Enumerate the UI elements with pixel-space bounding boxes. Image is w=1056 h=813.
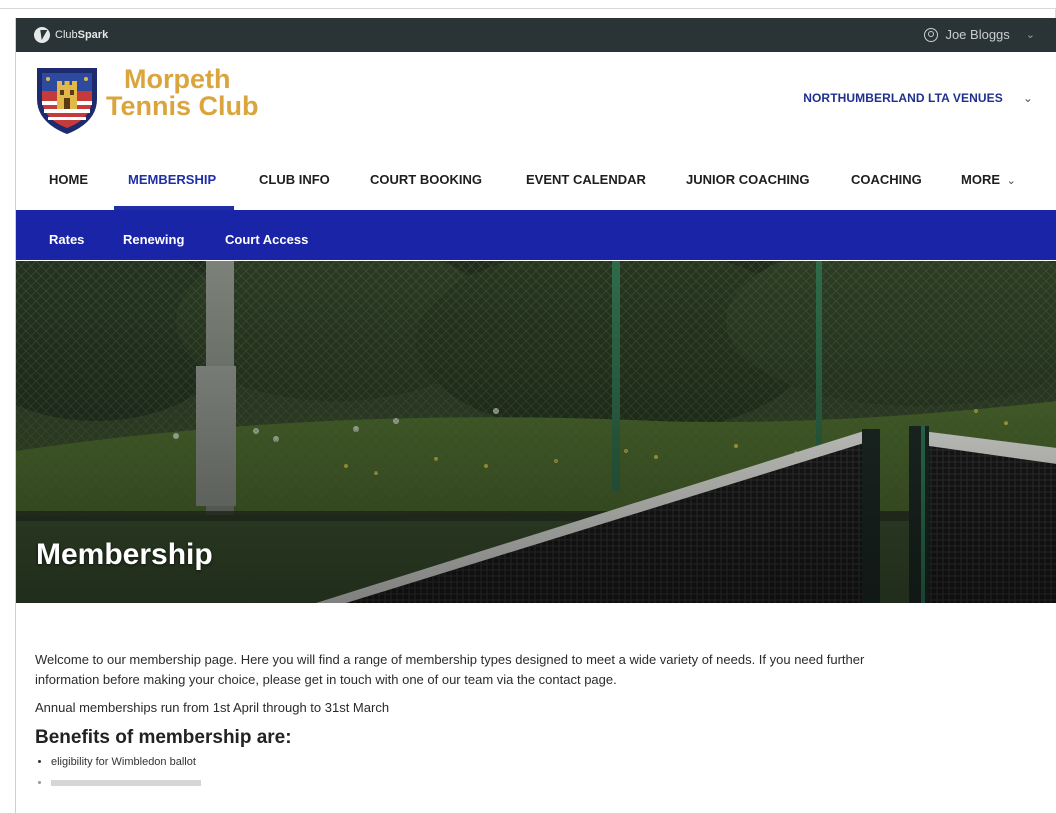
club-name[interactable]: Morpeth Tennis Club	[106, 66, 259, 120]
nav-item-event-calendar[interactable]: EVENT CALENDAR	[526, 172, 646, 187]
hero-banner: Membership	[16, 261, 1056, 603]
main-content: Welcome to our membership page. Here you…	[35, 650, 915, 798]
nav-more-label: MORE	[961, 172, 1000, 187]
nav-item-court-booking[interactable]: COURT BOOKING	[370, 172, 482, 187]
user-name: Joe Bloggs	[945, 27, 1010, 42]
site-header: Morpeth Tennis Club NORTHUMBERLAND LTA V…	[16, 52, 1056, 149]
top-utility-bar: Club Spark Joe Bloggs ⌄	[16, 18, 1056, 52]
main-navigation: HOME MEMBERSHIP CLUB INFO COURT BOOKING …	[16, 148, 1056, 210]
benefits-list: eligibility for Wimbledon ballot	[35, 756, 915, 789]
user-menu[interactable]: Joe Bloggs ⌄	[924, 27, 1035, 42]
club-name-line2: Tennis Club	[106, 91, 259, 121]
sub-navigation: Rates Renewing Court Access	[16, 210, 1056, 260]
chevron-down-icon: ⌄	[1006, 175, 1016, 187]
list-item-partial	[51, 777, 915, 789]
nav-item-membership[interactable]: MEMBERSHIP	[128, 172, 216, 187]
brand-prefix: Club	[55, 29, 78, 41]
benefits-heading: Benefits of membership are:	[35, 727, 292, 748]
clubspark-bolt-icon	[34, 27, 50, 43]
nav-item-club-info[interactable]: CLUB INFO	[259, 172, 330, 187]
window-border-top	[0, 8, 1056, 9]
venues-dropdown[interactable]: NORTHUMBERLAND LTA VENUES ⌄	[803, 91, 1033, 105]
brand-suffix: Spark	[77, 29, 109, 41]
club-name-line1: Morpeth	[124, 64, 231, 94]
subnav-item-court-access[interactable]: Court Access	[225, 232, 308, 247]
subnav-item-renewing[interactable]: Renewing	[123, 232, 184, 247]
browser-viewport: Club Spark Joe Bloggs ⌄ Morpeth Tennis C…	[15, 18, 1056, 813]
list-item: eligibility for Wimbledon ballot	[51, 756, 915, 768]
nav-item-more[interactable]: MORE ⌄	[961, 172, 1016, 187]
user-circle-icon	[924, 27, 939, 42]
page-title: Membership	[36, 538, 213, 571]
venues-label: NORTHUMBERLAND LTA VENUES	[803, 91, 1003, 105]
intro-paragraph: Welcome to our membership page. Here you…	[35, 652, 865, 687]
chevron-down-icon: ⌄	[1022, 91, 1033, 105]
annual-membership-note: Annual memberships run from 1st April th…	[35, 700, 390, 715]
club-crest-logo[interactable]	[34, 65, 100, 135]
chevron-down-icon: ⌄	[1025, 29, 1035, 41]
nav-item-home[interactable]: HOME	[49, 172, 88, 187]
clubspark-logo[interactable]: Club Spark	[34, 27, 108, 43]
subnav-item-rates[interactable]: Rates	[49, 232, 84, 247]
nav-item-junior-coaching[interactable]: JUNIOR COACHING	[686, 172, 810, 187]
nav-item-coaching[interactable]: COACHING	[851, 172, 922, 187]
